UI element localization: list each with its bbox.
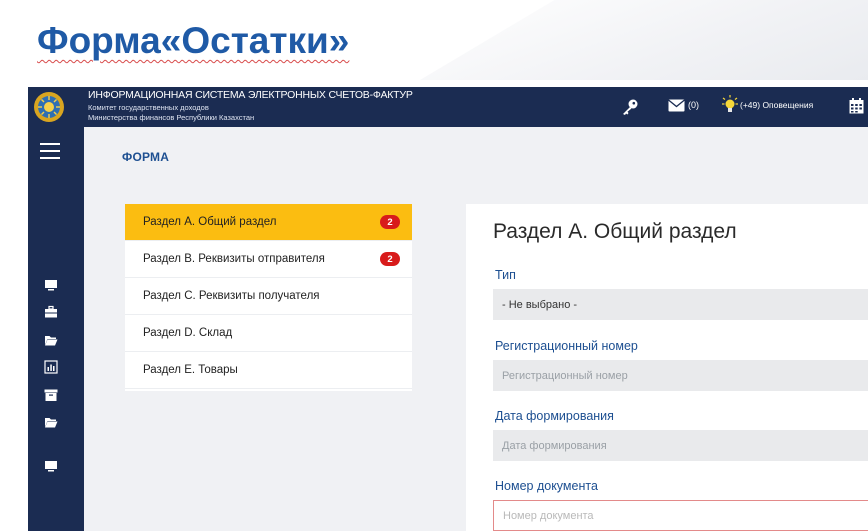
type-select[interactable]: - Не выбрано - (493, 289, 868, 320)
form-panel: Раздел А. Общий раздел Тип - Не выбрано … (466, 204, 868, 531)
menu-item-section-d[interactable]: Раздел D. Склад (125, 315, 412, 352)
briefcase-icon[interactable] (44, 305, 58, 319)
monitor-icon[interactable] (44, 459, 58, 473)
calendar-icon[interactable] (849, 98, 864, 114)
menu-item-section-e[interactable]: Раздел E. Товары (125, 352, 412, 389)
menu-item-section-c[interactable]: Раздел C. Реквизиты получателя (125, 278, 412, 315)
key-icon[interactable] (621, 98, 639, 116)
slide-background-swoosh (420, 0, 868, 80)
slide-title: Форма«Остатки» (37, 20, 350, 61)
monitor-icon[interactable] (44, 278, 58, 292)
menu-item-label: Раздел B. Реквизиты отправителя (143, 253, 325, 265)
menu-item-label: Раздел C. Реквизиты получателя (143, 290, 320, 302)
mail-count[interactable]: (0) (688, 100, 699, 110)
type-label: Тип (495, 268, 516, 282)
system-subtitle-line2: Министерства финансов Республики Казахст… (88, 113, 255, 122)
doc-number-label: Номер документа (495, 479, 598, 493)
top-bar: ИНФОРМАЦИОННАЯ СИСТЕМА ЭЛЕКТРОННЫХ СЧЕТО… (28, 87, 868, 127)
section-label: ФОРМА (122, 150, 170, 164)
menu-item-label: Раздел E. Товары (143, 364, 238, 376)
creation-date-label: Дата формирования (495, 409, 614, 423)
bulb-icon[interactable] (722, 95, 738, 115)
menu-icon[interactable] (40, 143, 60, 159)
error-count-badge: 2 (380, 215, 400, 229)
folder-icon[interactable] (44, 415, 58, 429)
notifications-link[interactable]: (+49) Оповещения (740, 100, 813, 110)
system-title: ИНФОРМАЦИОННАЯ СИСТЕМА ЭЛЕКТРОННЫХ СЧЕТО… (88, 89, 413, 101)
menu-item-label: Раздел А. Общий раздел (143, 216, 277, 228)
app-window: ИНФОРМАЦИОННАЯ СИСТЕМА ЭЛЕКТРОННЫХ СЧЕТО… (28, 87, 868, 531)
system-subtitle-line1: Комитет государственных доходов (88, 103, 209, 112)
mail-icon[interactable] (668, 99, 685, 112)
creation-date-input[interactable]: Дата формирования (493, 430, 868, 461)
menu-item-section-a[interactable]: Раздел А. Общий раздел 2 (125, 204, 412, 241)
reg-number-input[interactable]: Регистрационный номер (493, 360, 868, 391)
reg-number-label: Регистрационный номер (495, 339, 638, 353)
form-title: Раздел А. Общий раздел (493, 220, 737, 243)
doc-number-input[interactable]: Номер документа (493, 500, 868, 531)
chart-icon[interactable] (44, 360, 58, 374)
menu-item-label: Раздел D. Склад (143, 327, 233, 339)
error-count-badge: 2 (380, 252, 400, 266)
menu-item-section-b[interactable]: Раздел B. Реквизиты отправителя 2 (125, 241, 412, 278)
archive-icon[interactable] (44, 388, 58, 402)
emblem-logo-icon (34, 92, 64, 122)
folder-icon[interactable] (44, 333, 58, 347)
sidebar (28, 127, 84, 531)
section-menu: Раздел А. Общий раздел 2 Раздел B. Рекви… (125, 204, 412, 391)
